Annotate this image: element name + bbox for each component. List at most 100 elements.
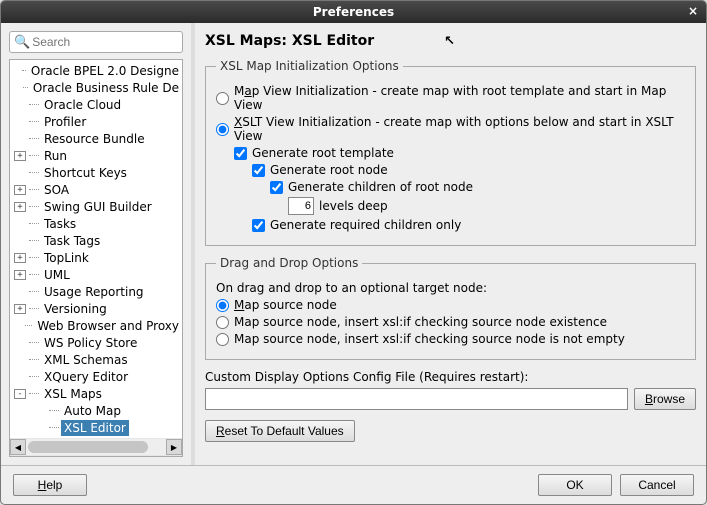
config-file-input[interactable] — [205, 388, 628, 410]
reset-defaults-button[interactable]: Reset To Default Values — [205, 420, 355, 442]
tree-item[interactable]: Task Tags — [10, 232, 182, 249]
tree-item-label: TopLink — [41, 250, 92, 266]
browse-button[interactable]: Browse — [634, 388, 696, 410]
tree-item-label: Tasks — [41, 216, 79, 232]
config-file-label: Custom Display Options Config File (Requ… — [205, 370, 696, 384]
drag-drop-legend: Drag and Drop Options — [216, 256, 362, 270]
search-field[interactable]: 🔍 — [9, 31, 183, 53]
tree-spacer — [14, 83, 20, 93]
expand-icon[interactable]: + — [14, 185, 26, 195]
gen-required-label[interactable]: Generate required children only — [270, 218, 461, 232]
tree-item[interactable]: + TopLink — [10, 249, 182, 266]
map-source-radio[interactable] — [216, 299, 229, 312]
expand-icon[interactable]: + — [14, 202, 26, 212]
ok-button[interactable]: OK — [538, 474, 612, 496]
tree-item[interactable]: Oracle BPEL 2.0 Designe — [10, 62, 182, 79]
tree-item-label: XSL Maps — [41, 386, 105, 402]
xslt-view-radio[interactable] — [216, 123, 229, 136]
cursor-icon: ↖ — [444, 34, 455, 49]
tree-item-label: Oracle Cloud — [41, 97, 124, 113]
tree-item-label: Run — [41, 148, 70, 164]
tree-item[interactable]: XSL Editor — [10, 419, 182, 436]
tree-spacer — [14, 66, 19, 76]
scrollbar-thumb[interactable] — [28, 441, 148, 453]
sidebar: 🔍 Oracle BPEL 2.0 DesigneOracle Business… — [1, 23, 191, 465]
gen-root-node-checkbox[interactable] — [252, 164, 265, 177]
scroll-left-icon[interactable]: ◀ — [10, 439, 26, 455]
tree-item-label: Shortcut Keys — [41, 165, 130, 181]
expand-icon[interactable]: + — [14, 304, 26, 314]
category-tree[interactable]: Oracle BPEL 2.0 DesigneOracle Business R… — [9, 59, 183, 457]
tree-spacer — [14, 168, 26, 178]
tree-item-label: Usage Reporting — [41, 284, 147, 300]
tree-spacer — [14, 287, 26, 297]
tree-spacer — [14, 372, 26, 382]
preferences-dialog: Preferences × 🔍 Oracle BPEL 2.0 DesigneO… — [0, 0, 707, 505]
help-button[interactable]: Help — [13, 474, 87, 496]
tree-item-label: Web Browser and Proxy — [34, 318, 182, 334]
tree-item-label: XML Schemas — [41, 352, 131, 368]
gen-root-template-label[interactable]: Generate root template — [252, 146, 394, 160]
gen-children-checkbox[interactable] — [270, 181, 283, 194]
scroll-right-icon[interactable]: ▶ — [166, 439, 182, 455]
tree-item[interactable]: + Run — [10, 147, 182, 164]
tree-item-label: Resource Bundle — [41, 131, 148, 147]
expand-icon[interactable]: + — [14, 151, 26, 161]
tree-item-label: WS Policy Store — [41, 335, 140, 351]
tree-item[interactable]: - XSL Maps — [10, 385, 182, 402]
map-source-notempty-label[interactable]: Map source node, insert xsl:if checking … — [234, 332, 625, 346]
expand-icon[interactable]: + — [14, 270, 26, 280]
tree-item[interactable]: Usage Reporting — [10, 283, 182, 300]
tree-item-label: SOA — [41, 182, 72, 198]
tree-item[interactable]: +UML — [10, 266, 182, 283]
map-view-radio[interactable] — [216, 92, 229, 105]
tree-item-label: Auto Map — [61, 403, 124, 419]
gen-children-label[interactable]: Generate children of root node — [288, 180, 473, 194]
tree-item[interactable]: XQuery Editor — [10, 368, 182, 385]
button-bar: Help OK Cancel — [1, 465, 706, 504]
tree-item[interactable]: Profiler — [10, 113, 182, 130]
tree-item[interactable]: +Swing GUI Builder — [10, 198, 182, 215]
expand-icon[interactable]: + — [14, 253, 26, 263]
map-source-exist-label[interactable]: Map source node, insert xsl:if checking … — [234, 315, 607, 329]
map-view-label[interactable]: Map View Initialization - create map wit… — [234, 84, 685, 112]
tree-item[interactable]: Shortcut Keys — [10, 164, 182, 181]
tree-item[interactable]: Resource Bundle — [10, 130, 182, 147]
tree-item[interactable]: +Versioning — [10, 300, 182, 317]
tree-item[interactable]: Oracle Cloud — [10, 96, 182, 113]
tree-item[interactable]: WS Policy Store — [10, 334, 182, 351]
tree-item[interactable]: + SOA — [10, 181, 182, 198]
tree-spacer — [34, 406, 46, 416]
gen-root-node-label[interactable]: Generate root node — [270, 163, 388, 177]
map-source-exist-radio[interactable] — [216, 316, 229, 329]
map-source-notempty-radio[interactable] — [216, 333, 229, 346]
tree-spacer — [14, 100, 26, 110]
tree-item[interactable]: Web Browser and Proxy — [10, 317, 182, 334]
search-input[interactable] — [30, 34, 178, 50]
tree-item[interactable]: Auto Map — [10, 402, 182, 419]
tree-item[interactable]: Oracle Business Rule De — [10, 79, 182, 96]
tree-spacer — [14, 355, 26, 365]
xslt-view-label[interactable]: XSLT View Initialization - create map wi… — [234, 115, 685, 143]
map-source-label[interactable]: Map source node — [234, 298, 337, 312]
gen-root-template-checkbox[interactable] — [234, 147, 247, 160]
drag-drop-group: Drag and Drop Options On drag and drop t… — [205, 256, 696, 360]
levels-deep-input[interactable] — [288, 197, 314, 215]
init-options-legend: XSL Map Initialization Options — [216, 59, 403, 73]
tree-item[interactable]: XML Schemas — [10, 351, 182, 368]
tree-spacer — [14, 117, 26, 127]
tree-spacer — [14, 321, 22, 331]
window-title: Preferences — [313, 5, 394, 19]
horizontal-scrollbar[interactable]: ◀ ▶ — [10, 438, 182, 456]
tree-item-label: Oracle BPEL 2.0 Designe — [28, 63, 182, 79]
init-options-group: XSL Map Initialization Options Map View … — [205, 59, 696, 246]
main-panel: XSL Maps: XSL Editor ↖ XSL Map Initializ… — [195, 23, 706, 465]
gen-required-checkbox[interactable] — [252, 219, 265, 232]
close-icon[interactable]: × — [688, 4, 698, 18]
collapse-icon[interactable]: - — [14, 389, 26, 399]
tree-item[interactable]: Tasks — [10, 215, 182, 232]
cancel-button[interactable]: Cancel — [620, 474, 694, 496]
page-title: XSL Maps: XSL Editor ↖ — [205, 33, 696, 49]
tree-item-label: XQuery Editor — [41, 369, 131, 385]
tree-spacer — [14, 338, 26, 348]
